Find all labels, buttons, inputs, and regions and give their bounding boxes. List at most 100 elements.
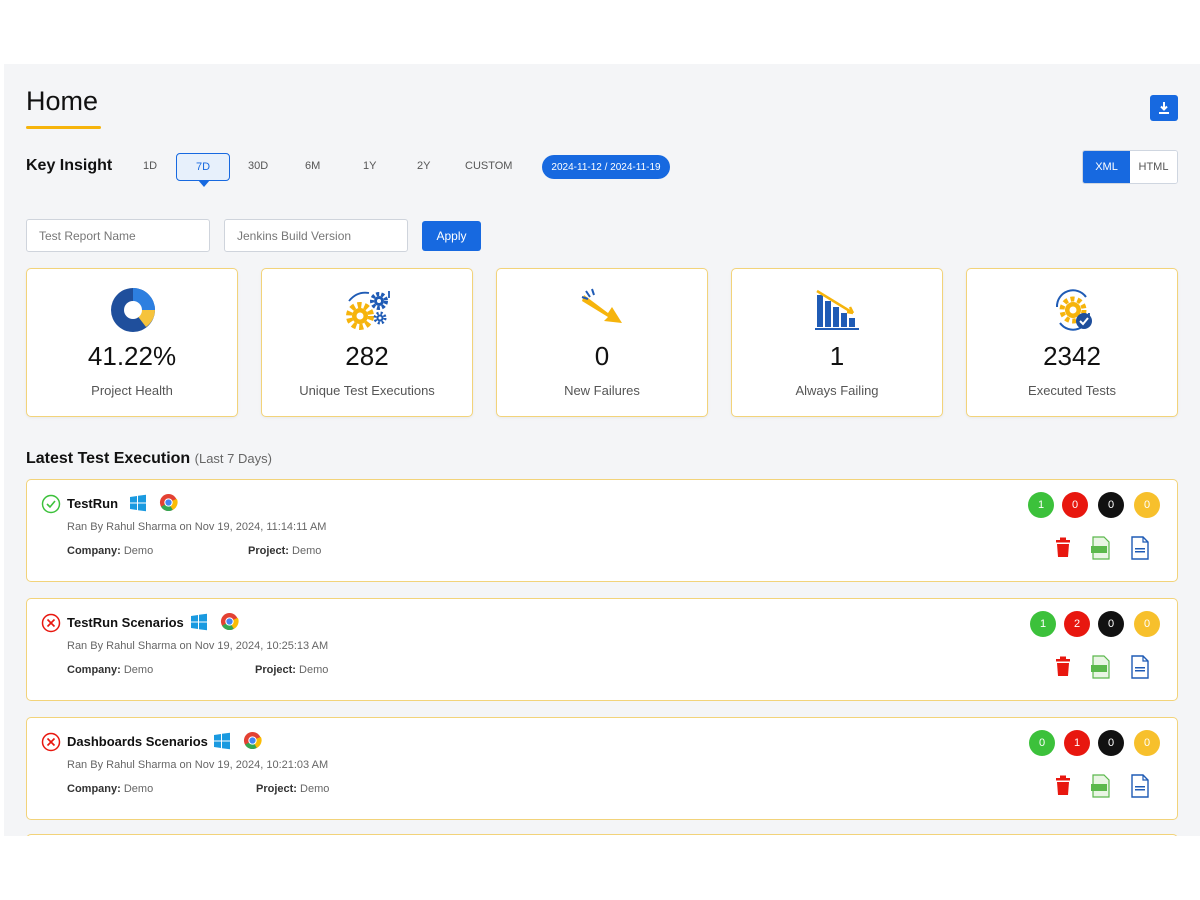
key-insight-label: Key Insight: [26, 157, 113, 174]
section-subtitle: (Last 7 Days): [194, 451, 272, 466]
execution-card-partial: [26, 834, 1178, 836]
stat-card-new-failures: 0 New Failures: [496, 268, 708, 417]
other-count-badge: 0: [1134, 611, 1160, 637]
company-meta: Company: Demo: [67, 545, 153, 557]
ran-by-text: Ran By Rahul Sharma on Nov 19, 2024, 10:…: [67, 640, 329, 652]
section-title: Latest Test Execution: [26, 450, 191, 467]
skipped-count-badge: 0: [1098, 730, 1124, 756]
range-6m[interactable]: 6M: [305, 160, 320, 172]
pie-chart-icon: [111, 288, 155, 332]
chrome-icon: [220, 612, 239, 631]
ran-by-text: Ran By Rahul Sharma on Nov 19, 2024, 10:…: [67, 759, 329, 771]
company-label: Company:: [67, 545, 121, 557]
delete-icon[interactable]: [1052, 536, 1074, 560]
project-meta: Project: Demo: [256, 783, 329, 795]
windows-icon: [130, 494, 146, 512]
execution-card[interactable]: TestRun Scenarios Ran By Rahul Sharma on…: [26, 598, 1178, 701]
xls-file-icon[interactable]: [1090, 655, 1112, 679]
project-label: Project:: [248, 545, 289, 557]
company-label: Company:: [67, 664, 121, 676]
project-value: Demo: [299, 664, 329, 676]
delete-icon[interactable]: [1052, 655, 1074, 679]
other-count-badge: 0: [1134, 730, 1160, 756]
xls-file-icon[interactable]: [1090, 774, 1112, 798]
apply-button[interactable]: Apply: [422, 221, 481, 251]
download-icon: [1159, 102, 1169, 114]
company-value: Demo: [123, 783, 154, 795]
main-panel: Home Key Insight 1D 7D 30D 6M 1Y 2Y CUST…: [4, 64, 1200, 836]
gears-icon: [346, 291, 390, 330]
stat-value: 0: [594, 341, 610, 371]
stat-value: 2342: [1043, 341, 1101, 371]
other-count-badge: 0: [1134, 492, 1160, 518]
range-1d[interactable]: 1D: [143, 160, 157, 172]
stat-card-executed-tests: 2342 Executed Tests: [966, 268, 1178, 417]
execution-card[interactable]: Dashboards Scenarios Ran By Rahul Sharma…: [26, 717, 1178, 820]
stat-label: Project Health: [91, 383, 173, 398]
delete-icon[interactable]: [1052, 774, 1074, 798]
failed-count-badge: 0: [1062, 492, 1088, 518]
title-underline: [26, 126, 101, 129]
execution-name[interactable]: TestRun: [67, 496, 118, 511]
declining-bars-icon: [815, 289, 859, 330]
skipped-count-badge: 0: [1098, 611, 1124, 637]
stat-value: 1: [829, 341, 845, 371]
jenkins-build-input[interactable]: [224, 219, 408, 252]
latest-execution-heading: Latest Test Execution (Last 7 Days): [26, 450, 272, 468]
windows-icon: [191, 613, 207, 631]
project-label: Project:: [256, 783, 297, 795]
chrome-icon: [243, 731, 262, 750]
company-value: Demo: [123, 664, 154, 676]
range-30d[interactable]: 30D: [248, 160, 268, 172]
company-label: Company:: [67, 783, 121, 795]
range-1y[interactable]: 1Y: [363, 160, 376, 172]
project-label: Project:: [255, 664, 296, 676]
execution-name[interactable]: TestRun Scenarios: [67, 615, 184, 630]
company-meta: Company: Demo: [67, 783, 153, 795]
stat-card-project-health: 41.22% Project Health: [26, 268, 238, 417]
xls-file-icon[interactable]: [1090, 536, 1112, 560]
stat-label: New Failures: [564, 383, 640, 398]
project-value: Demo: [292, 545, 322, 557]
format-toggle: XML HTML: [1082, 150, 1178, 184]
execution-card[interactable]: TestRun Ran By Rahul Sharma on Nov 19, 2…: [26, 479, 1178, 582]
format-html-button[interactable]: HTML: [1130, 151, 1177, 183]
gear-check-icon: [1055, 289, 1092, 331]
passed-count-badge: 1: [1030, 611, 1056, 637]
date-range-pill[interactable]: 2024-11-12 / 2024-11-19: [542, 155, 670, 179]
range-custom[interactable]: CUSTOM: [465, 160, 512, 172]
download-button[interactable]: [1150, 95, 1178, 121]
failed-x-icon: [41, 732, 61, 752]
stat-label: Executed Tests: [1028, 383, 1116, 398]
xml-file-icon[interactable]: [1129, 536, 1151, 560]
skipped-count-badge: 0: [1098, 492, 1124, 518]
failed-count-badge: 1: [1064, 730, 1090, 756]
stat-value: 41.22%: [87, 341, 177, 371]
execution-name[interactable]: Dashboards Scenarios: [67, 734, 208, 749]
range-2y[interactable]: 2Y: [417, 160, 430, 172]
test-report-name-input[interactable]: [26, 219, 210, 252]
company-meta: Company: Demo: [67, 664, 153, 676]
chrome-icon: [159, 493, 178, 512]
page-title: Home: [26, 86, 99, 116]
xml-file-icon[interactable]: [1129, 774, 1151, 798]
stat-card-always-failing: 1 Always Failing: [731, 268, 943, 417]
failed-x-icon: [41, 613, 61, 633]
stat-value: 282: [345, 341, 389, 371]
project-meta: Project: Demo: [248, 545, 321, 557]
failed-count-badge: 2: [1064, 611, 1090, 637]
stat-label: Unique Test Executions: [299, 383, 435, 398]
passed-count-badge: 0: [1029, 730, 1055, 756]
stat-card-unique-test-executions: 282 Unique Test Executions: [261, 268, 473, 417]
project-meta: Project: Demo: [255, 664, 328, 676]
passed-check-icon: [41, 494, 61, 514]
passed-count-badge: 1: [1028, 492, 1054, 518]
project-value: Demo: [300, 783, 330, 795]
ran-by-text: Ran By Rahul Sharma on Nov 19, 2024, 11:…: [67, 521, 327, 533]
stat-label: Always Failing: [795, 383, 879, 398]
range-7d[interactable]: 7D: [176, 153, 230, 187]
format-xml-button[interactable]: XML: [1083, 151, 1130, 183]
windows-icon: [214, 732, 230, 750]
downtrend-arrow-icon: [581, 288, 622, 323]
xml-file-icon[interactable]: [1129, 655, 1151, 679]
